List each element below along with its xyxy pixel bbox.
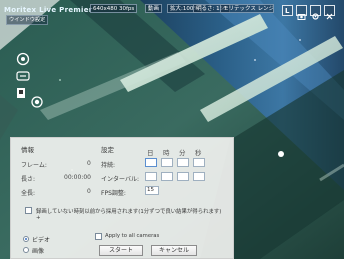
resolution-selector[interactable]: 640x480 30fps xyxy=(90,4,138,13)
interval-second-field[interactable] xyxy=(193,172,205,181)
length-label: 長さ: xyxy=(21,176,36,183)
start-button[interactable]: スタート xyxy=(99,245,143,256)
apply-all-cameras-checkbox[interactable] xyxy=(95,233,102,240)
warning-checkbox[interactable] xyxy=(25,207,32,214)
light-control-icon[interactable] xyxy=(16,86,30,100)
interval-day-field[interactable] xyxy=(145,172,157,181)
interval-hour-field[interactable] xyxy=(161,172,173,181)
duration-second-field[interactable] xyxy=(193,158,205,167)
settings-section-title: 設定 xyxy=(101,146,114,154)
total-label: 全長: xyxy=(21,190,36,197)
warning-text-continued: + xyxy=(36,215,41,221)
length-value: 00:00:00 xyxy=(64,174,91,181)
info-section-title: 情報 xyxy=(21,146,34,154)
settings-icon[interactable] xyxy=(310,5,321,20)
record-control-icon[interactable] xyxy=(30,94,44,108)
frames-label: フレーム: xyxy=(21,162,47,169)
live-view-window: Moritex Live Premier 640x480 30fps 動画 拡大… xyxy=(0,0,344,259)
interval-label: インターバル: xyxy=(101,176,139,183)
l-mode-icon[interactable]: L xyxy=(282,5,293,16)
total-value: 0 xyxy=(87,188,91,195)
snapshot-icon[interactable] xyxy=(296,5,307,20)
interval-minute-field[interactable] xyxy=(177,172,189,181)
app-title: Moritex Live Premier xyxy=(4,6,93,14)
minute-header: 分 xyxy=(179,149,186,157)
zoom-control-icon[interactable] xyxy=(16,68,30,82)
second-header: 秒 xyxy=(195,149,202,157)
duration-label: 持続: xyxy=(101,162,116,169)
top-toolbar: Moritex Live Premier 640x480 30fps 動画 拡大… xyxy=(0,0,344,28)
window-settings-menu[interactable]: ウインドウ設定 xyxy=(6,15,49,25)
timelapse-dialog: 情報 設定 日 時 分 秒 フレーム: 0 長さ: 00:00:00 全長: 0… xyxy=(10,137,234,259)
pan-control-icon[interactable] xyxy=(16,51,30,66)
image-radio[interactable] xyxy=(23,247,29,253)
duration-day-field[interactable] xyxy=(145,158,157,167)
duration-minute-field[interactable] xyxy=(177,158,189,167)
close-icon[interactable] xyxy=(324,5,335,20)
frames-value: 0 xyxy=(87,160,91,167)
fps-label: FPS調整: xyxy=(101,190,126,197)
fps-field[interactable]: 15 xyxy=(145,186,159,195)
brand-label: モリテックス レンジのカレ... xyxy=(220,4,274,13)
duration-hour-field[interactable] xyxy=(161,158,173,167)
video-radio-label: ビデオ xyxy=(32,237,51,244)
day-header: 日 xyxy=(147,149,154,157)
image-radio-label: 画像 xyxy=(32,248,45,255)
video-radio[interactable] xyxy=(23,236,29,242)
hour-header: 時 xyxy=(163,149,170,157)
mode-selector[interactable]: 動画 xyxy=(145,4,163,13)
apply-all-cameras-label: Apply to all cameras xyxy=(105,233,160,239)
cancel-button[interactable]: キャンセル xyxy=(151,245,197,256)
warning-text: 録画していない時刻以前から採用されます(1分ずつで良い結果が得られます) xyxy=(36,209,222,215)
